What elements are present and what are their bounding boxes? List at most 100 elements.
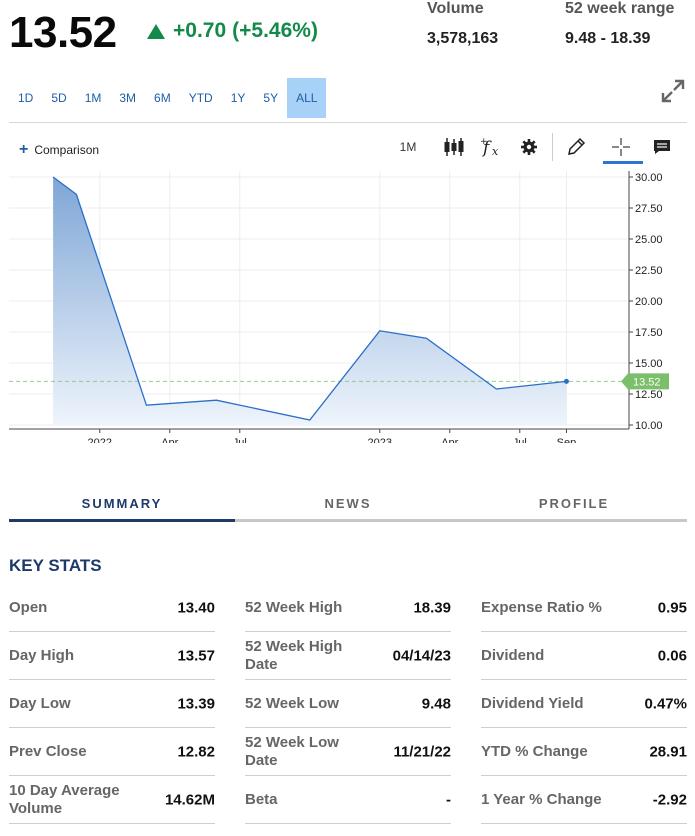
svg-text:+: + — [480, 137, 488, 147]
stat-value: -2.92 — [652, 791, 687, 808]
stat-value: 0.47% — [644, 695, 687, 712]
x-axis: 2022 Apr Jul 2023 Apr Jul Sep — [9, 428, 629, 443]
stat-label: Day Low — [9, 694, 71, 712]
stat-value: 04/14/23 — [392, 647, 451, 664]
stat-row: 52 Week Low 9.48 — [245, 680, 451, 728]
range-block: 52 week range 9.48 - 18.39 — [565, 0, 674, 48]
settings-gear-icon[interactable] — [517, 135, 541, 159]
stat-row: Day High 13.57 — [9, 632, 215, 680]
stats-column-2: 52 Week High 18.39 52 Week High Date 04/14/… — [245, 584, 451, 824]
quote-tabs: SUMMARY NEWS PROFILE — [9, 492, 687, 522]
stat-label: 52 Week Low Date — [245, 733, 339, 769]
range-button-1m[interactable]: 1M — [76, 78, 111, 118]
y-tick-label: 20.00 — [635, 296, 663, 308]
y-axis: 30.00 27.50 25.00 22.50 20.00 17.50 15.00 12.50… — [628, 171, 663, 432]
last-price-tag: 13.52 — [621, 373, 669, 390]
crosshair-icon[interactable] — [609, 135, 633, 159]
data-point — [563, 378, 569, 384]
volume-label: Volume — [427, 0, 484, 17]
price-tag-label: 13.52 — [633, 376, 661, 388]
price-change: +0.70 (+5.46%) — [147, 19, 318, 43]
function-icon[interactable]: f x + — [479, 135, 505, 159]
stat-label: Dividend — [481, 646, 545, 664]
interval-button[interactable]: 1M — [395, 135, 421, 159]
last-price: 13.52 — [9, 8, 117, 57]
tab-profile[interactable]: PROFILE — [461, 492, 687, 522]
chart-panel: + Comparison 1M f x + 30.00 27.50 25.00 … — [9, 122, 687, 443]
range-button-6m[interactable]: 6M — [145, 78, 180, 118]
y-tick-label: 15.00 — [635, 358, 663, 370]
stat-value: 18.39 — [413, 599, 451, 616]
key-stats-title: KEY STATS — [9, 556, 102, 575]
range-button-5d[interactable]: 5D — [42, 78, 75, 118]
y-tick-label: 10.00 — [635, 420, 663, 432]
stat-label: Prev Close — [9, 742, 87, 760]
stat-label: Dividend Yield — [481, 694, 584, 712]
stat-row: Day Low 13.39 — [9, 680, 215, 728]
stat-row: Beta - — [245, 776, 451, 824]
range-button-1y[interactable]: 1Y — [222, 78, 255, 118]
stats-column-1: Open 13.40 Day High 13.57 Day Low 13.39 Prev C… — [9, 584, 215, 824]
toolbar-divider — [552, 133, 553, 161]
stat-label: 1 Year % Change — [481, 790, 602, 808]
stat-value: 9.48 — [421, 695, 451, 712]
volume-block: Volume 3,578,163 — [427, 0, 498, 48]
plus-icon: + — [19, 141, 29, 158]
stat-row: 52 Week High Date 04/14/23 — [245, 632, 451, 680]
stat-label: YTD % Change — [481, 742, 588, 760]
y-tick-label: 27.50 — [635, 203, 663, 215]
stat-label: 52 Week High Date — [245, 637, 343, 673]
x-tick-label: Sep — [557, 437, 577, 443]
stat-value: 13.40 — [177, 599, 215, 616]
y-tick-label: 22.50 — [635, 265, 663, 277]
stat-row: Open 13.40 — [9, 584, 215, 632]
stat-label: 52 Week Low — [245, 694, 339, 712]
stat-value: 0.06 — [657, 647, 687, 664]
tab-summary[interactable]: SUMMARY — [9, 492, 235, 522]
range-button-3m[interactable]: 3M — [110, 78, 145, 118]
stat-value: 28.91 — [649, 743, 687, 760]
stat-row: Dividend 0.06 — [481, 632, 687, 680]
time-range-selector: 1D 5D 1M 3M 6M YTD 1Y 5Y ALL — [9, 78, 327, 118]
x-tick-label: Apr — [441, 437, 458, 443]
comparison-button[interactable]: + Comparison — [19, 141, 99, 158]
range-button-all[interactable]: ALL — [287, 78, 327, 118]
volume-value: 3,578,163 — [427, 30, 499, 47]
stat-value: 12.82 — [177, 743, 215, 760]
comment-icon[interactable] — [650, 135, 674, 159]
x-tick-label: Apr — [161, 437, 178, 443]
range-button-ytd[interactable]: YTD — [180, 78, 222, 118]
change-value: +0.70 — [173, 19, 227, 42]
x-tick-label: Jul — [513, 437, 527, 443]
price-chart[interactable]: 30.00 27.50 25.00 22.50 20.00 17.50 15.00 12.50… — [9, 171, 687, 443]
stat-label: 10 Day Average Volume — [9, 781, 120, 817]
range-button-5y[interactable]: 5Y — [254, 78, 287, 118]
chart-toolbar: + Comparison 1M f x + — [9, 123, 687, 171]
crosshair-active-indicator — [603, 161, 643, 164]
candlestick-icon[interactable] — [441, 135, 467, 159]
stat-label: 52 Week High — [245, 598, 343, 616]
y-tick-label: 25.00 — [635, 234, 663, 246]
x-tick-label: 2023 — [368, 437, 392, 443]
tab-news[interactable]: NEWS — [235, 492, 461, 522]
quote-header: 13.52 +0.70 (+5.46%) Volume 3,578,163 52… — [0, 0, 695, 70]
stat-value: 13.39 — [177, 695, 215, 712]
stat-row: 52 Week Low Date 11/21/22 — [245, 728, 451, 776]
stat-label: Expense Ratio % — [481, 598, 602, 616]
stat-row: YTD % Change 28.91 — [481, 728, 687, 776]
range-label: 52 week range — [565, 0, 675, 17]
range-button-1d[interactable]: 1D — [9, 78, 42, 118]
stat-value: 0.95 — [657, 599, 687, 616]
stat-label: Day High — [9, 646, 75, 664]
stats-column-3: Expense Ratio % 0.95 Dividend 0.06 Dividend … — [481, 584, 687, 824]
stat-label: Beta — [245, 790, 278, 808]
stat-row: 52 Week High 18.39 — [245, 584, 451, 632]
x-tick-label: 2022 — [88, 437, 112, 443]
svg-text:x: x — [492, 145, 499, 158]
stat-value: 14.62M — [164, 791, 215, 808]
stat-value: - — [446, 791, 451, 808]
x-tick-label: Jul — [233, 437, 247, 443]
pencil-draw-icon[interactable] — [564, 135, 588, 159]
expand-icon[interactable] — [660, 78, 686, 104]
stat-row: 10 Day Average Volume 14.62M — [9, 776, 215, 824]
